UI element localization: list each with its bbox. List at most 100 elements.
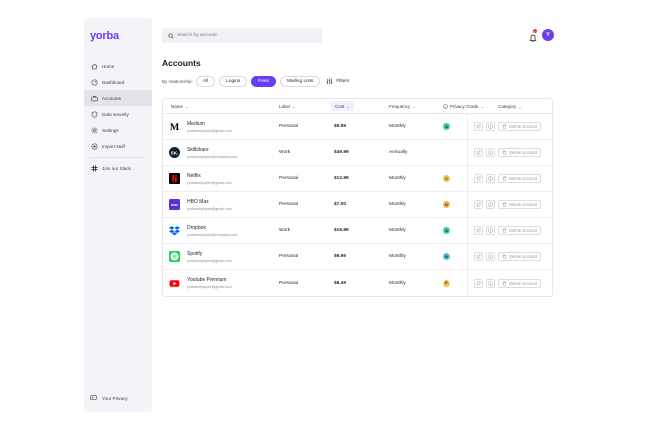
column-label: Label	[279, 103, 291, 109]
grade-cell: A	[443, 114, 450, 139]
account-info: Skillshare yorbaemployee@company.com	[187, 147, 237, 159]
sidebar-item-accounts[interactable]: Accounts	[84, 90, 152, 106]
sidebar-item-label: Data security	[102, 111, 129, 117]
edit-button[interactable]	[474, 200, 483, 209]
svg-text:M: M	[170, 122, 180, 132]
filters-button[interactable]: Filters	[326, 78, 349, 85]
column-header-privacy-grade[interactable]: Privacy Grade ⌄	[443, 99, 484, 113]
info-circle-icon	[488, 124, 493, 129]
sidebar-item-label: Import stuff	[102, 143, 125, 149]
cost-cell: $8.49	[334, 280, 347, 286]
table-row[interactable]: Netflix yorbaemployee@gmail.com Personal…	[163, 166, 552, 192]
table-row[interactable]: M Medium yorbaemployee@gmail.com Persona…	[163, 114, 552, 140]
account-email: yorbaemployee@company.com	[187, 154, 238, 159]
info-button[interactable]	[486, 122, 495, 131]
delete-account-button[interactable]: Delete account	[498, 174, 541, 183]
sidebar-item-home[interactable]: Home	[84, 58, 152, 74]
home-icon	[90, 62, 98, 70]
your-privacy-link[interactable]: Your Privacy	[90, 394, 128, 402]
column-header-label[interactable]: Label ⌄	[279, 99, 295, 113]
actions-cell: Delete account	[467, 166, 554, 191]
edit-button[interactable]	[474, 174, 483, 183]
chip-logins[interactable]: Logins	[219, 75, 248, 87]
account-email: yorbaemployee@gmail.com	[187, 258, 232, 263]
accounts-icon	[90, 94, 98, 102]
account-name[interactable]: Netflix	[187, 173, 232, 179]
table-row[interactable]: SK. Skillshare yorbaemployee@company.com…	[163, 140, 552, 166]
info-button[interactable]	[486, 200, 495, 209]
table-body: M Medium yorbaemployee@gmail.com Persona…	[163, 114, 552, 296]
sidebar-item-settings[interactable]: Settings	[84, 122, 152, 138]
delete-label: Delete account	[509, 150, 537, 155]
shield-icon	[90, 110, 98, 118]
delete-account-button[interactable]: Delete account	[498, 122, 541, 131]
delete-account-button[interactable]: Delete account	[498, 226, 541, 235]
info-circle-icon	[488, 202, 493, 207]
edit-button[interactable]	[474, 226, 483, 235]
column-header-name[interactable]: Name ⌄	[171, 99, 188, 113]
trash-icon	[502, 202, 507, 207]
delete-account-button[interactable]: Delete account	[498, 200, 541, 209]
table-row[interactable]: max HBO Max yorbaemployee@gmail.com Pers…	[163, 192, 552, 218]
info-icon	[443, 103, 448, 109]
edit-button[interactable]	[474, 122, 483, 131]
table-row[interactable]: Youtube Premium yorbaemployee@gmail.com …	[163, 270, 552, 296]
delete-account-button[interactable]: Delete account	[498, 252, 541, 261]
delete-account-button[interactable]: Delete account	[498, 148, 541, 157]
account-name[interactable]: HBO Max	[187, 199, 232, 205]
chip-mailing-lists[interactable]: Mailing Lists	[279, 75, 321, 87]
edit-button[interactable]	[474, 278, 483, 288]
search-input[interactable]: Search by account	[162, 28, 322, 43]
edit-button[interactable]	[474, 148, 483, 157]
column-header-cost[interactable]: Cost ⌄	[331, 101, 354, 111]
sidebar-item-data-security[interactable]: Data security	[84, 106, 152, 122]
app-logo[interactable]: yorba	[90, 30, 119, 42]
sidebar-item-dashboard[interactable]: Dashboard	[84, 74, 152, 90]
sidebar-item-label: Accounts	[102, 95, 121, 101]
info-button[interactable]	[486, 174, 495, 183]
trash-icon	[502, 176, 507, 181]
info-button[interactable]	[486, 226, 495, 235]
label-cell: Work	[279, 150, 291, 155]
cost-cell: $7.00	[334, 202, 347, 207]
cost-cell: $49.99	[334, 150, 349, 155]
dashboard-icon	[90, 78, 98, 86]
account-name[interactable]: Youtube Premium	[187, 277, 232, 283]
external-link-icon	[476, 228, 481, 233]
sidebar-item-slack[interactable]: Join our Slack	[84, 160, 152, 176]
account-name[interactable]: Medium	[187, 121, 232, 127]
edit-button[interactable]	[474, 252, 483, 261]
filter-sliders-icon	[326, 78, 333, 85]
account-email: yorbaemployee@gmail.com	[187, 206, 232, 211]
grade-cell: D	[443, 192, 450, 217]
column-header-category[interactable]: Category ⌄	[498, 99, 522, 113]
table-row[interactable]: Spotify yorbaemployee@gmail.com Personal…	[163, 244, 552, 270]
column-label: Privacy Grade	[450, 103, 479, 109]
info-button[interactable]	[486, 148, 495, 157]
account-name[interactable]: Skillshare	[187, 147, 237, 153]
gear-icon	[90, 126, 98, 134]
accounts-table: Name ⌄ Label ⌄ Cost ⌄ Frequency ⌄ Privacy Gr…	[162, 98, 553, 297]
trash-icon	[502, 254, 507, 259]
table-row[interactable]: Dropbox yorbaemployee@company.com Work $…	[163, 218, 552, 244]
privacy-grade-badge: A	[443, 227, 450, 234]
info-button[interactable]	[486, 252, 495, 261]
chevron-down-icon: ⌄	[518, 103, 522, 109]
filters-label: Filters	[336, 78, 350, 84]
account-name[interactable]: Dropbox	[187, 225, 237, 231]
privacy-grade-badge: E	[443, 279, 450, 287]
chip-fees[interactable]: Fees	[251, 75, 276, 87]
column-header-frequency[interactable]: Frequency ⌄	[389, 99, 416, 113]
avatar[interactable]: Y	[542, 29, 554, 41]
sidebar-item-import[interactable]: Import stuff	[84, 138, 152, 154]
account-name[interactable]: Spotify	[187, 251, 232, 257]
info-button[interactable]	[486, 278, 495, 288]
external-link-icon	[476, 124, 481, 129]
account-info: Youtube Premium yorbaemployee@gmail.com	[187, 277, 232, 289]
account-cell: Dropbox yorbaemployee@company.com	[169, 218, 237, 243]
info-circle-icon	[488, 280, 493, 286]
delete-account-button[interactable]: Delete account	[498, 278, 541, 288]
actions-cell: Delete account	[467, 244, 554, 269]
dropbox-logo	[169, 225, 180, 236]
chip-all[interactable]: All	[195, 75, 216, 87]
